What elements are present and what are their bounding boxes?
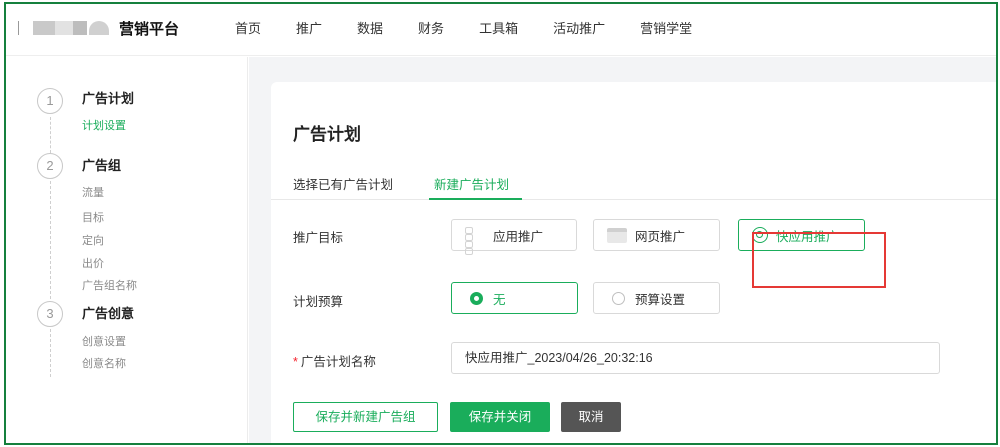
radio-unchecked-icon <box>612 291 625 305</box>
nav-item-data[interactable]: 数据 <box>357 18 383 37</box>
plan-card: 广告计划 选择已有广告计划 新建广告计划 推广目标 应用推广 网页推广 快应用推… <box>271 82 996 443</box>
required-mark: * <box>293 355 298 369</box>
web-page-icon <box>607 227 627 243</box>
app-frame: 营销平台 首页 推广 数据 财务 工具箱 活动推广 营销学堂 1 广告计划 计划… <box>4 2 998 445</box>
step-item-bid[interactable]: 出价 <box>82 255 104 271</box>
brand-title: 营销平台 <box>119 20 180 38</box>
top-bar: 营销平台 首页 推广 数据 财务 工具箱 活动推广 营销学堂 <box>6 4 996 56</box>
brand[interactable]: 营销平台 <box>18 16 179 40</box>
logo-icon <box>33 21 109 35</box>
step-2-title[interactable]: 广告组 <box>82 155 121 174</box>
main-content: 广告计划 选择已有广告计划 新建广告计划 推广目标 应用推广 网页推广 快应用推… <box>249 57 996 443</box>
step-item-traffic[interactable]: 流量 <box>82 184 104 200</box>
nav-item-toolbox[interactable]: 工具箱 <box>479 18 518 37</box>
app-grid-icon <box>465 227 485 255</box>
steps-sidebar: 1 广告计划 计划设置 2 广告组 流量 目标 定向 出价 广告组名称 3 广告… <box>6 57 248 443</box>
annotation-highlight-box <box>752 232 886 288</box>
step-connector <box>50 117 51 153</box>
tab-existing-plan[interactable]: 选择已有广告计划 <box>293 174 393 193</box>
budget-option-none[interactable]: 无 <box>451 282 578 314</box>
step-item-targeting[interactable]: 定向 <box>82 232 104 248</box>
plan-name-label-text: 广告计划名称 <box>300 355 376 369</box>
goal-option-app-label: 应用推广 <box>493 229 544 244</box>
nav-item-finance[interactable]: 财务 <box>418 18 444 37</box>
nav-item-campaign[interactable]: 活动推广 <box>553 18 605 37</box>
save-and-close-button[interactable]: 保存并关闭 <box>450 402 550 432</box>
nav-item-home[interactable]: 首页 <box>235 18 261 37</box>
plan-name-input[interactable]: 快应用推广_2023/04/26_20:32:16 <box>451 342 940 374</box>
goal-option-web-label: 网页推广 <box>635 229 686 244</box>
active-tab-indicator <box>429 198 522 200</box>
step-connector <box>50 329 51 377</box>
goal-option-web[interactable]: 网页推广 <box>593 219 720 251</box>
budget-option-custom[interactable]: 预算设置 <box>593 282 720 314</box>
plan-name-label: * 广告计划名称 <box>293 351 376 370</box>
cancel-button[interactable]: 取消 <box>561 402 621 432</box>
step-item-target[interactable]: 目标 <box>82 209 104 225</box>
step-2-circle: 2 <box>37 153 63 179</box>
budget-option-custom-label: 预算设置 <box>635 292 686 307</box>
radio-checked-icon <box>470 291 483 305</box>
page-title: 广告计划 <box>293 125 361 144</box>
budget-label: 计划预算 <box>293 295 344 309</box>
step-connector <box>50 181 51 299</box>
step-item-creative-name[interactable]: 创意名称 <box>82 355 126 371</box>
budget-option-none-label: 无 <box>493 292 506 307</box>
step-1-circle: 1 <box>37 88 63 114</box>
step-item-creative-settings[interactable]: 创意设置 <box>82 333 126 349</box>
step-3-circle: 3 <box>37 301 63 327</box>
save-and-new-adgroup-button[interactable]: 保存并新建广告组 <box>293 402 438 432</box>
goal-label: 推广目标 <box>293 231 344 245</box>
nav-item-promotion[interactable]: 推广 <box>296 18 322 37</box>
step-3-title[interactable]: 广告创意 <box>82 303 134 322</box>
top-nav: 首页 推广 数据 财务 工具箱 活动推广 营销学堂 <box>235 18 727 37</box>
plan-tabs: 选择已有广告计划 新建广告计划 <box>271 160 996 200</box>
step-item-plan-settings[interactable]: 计划设置 <box>82 117 126 133</box>
step-1-title[interactable]: 广告计划 <box>82 88 134 107</box>
tab-new-plan[interactable]: 新建广告计划 <box>434 174 509 193</box>
brand-divider <box>18 21 19 35</box>
step-item-adgroup-name[interactable]: 广告组名称 <box>82 277 137 293</box>
goal-option-app[interactable]: 应用推广 <box>451 219 577 255</box>
nav-item-academy[interactable]: 营销学堂 <box>640 18 692 37</box>
